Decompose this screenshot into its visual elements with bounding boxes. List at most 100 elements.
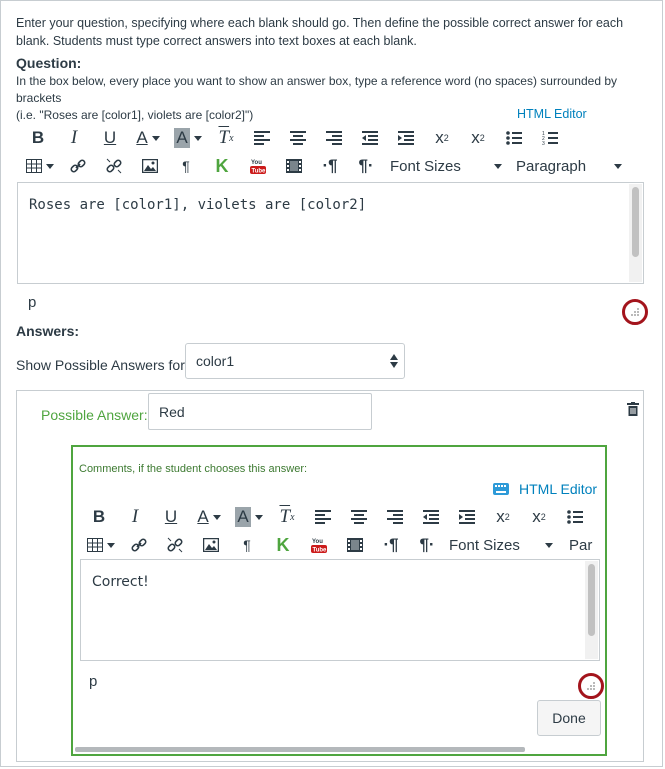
superscript-icon[interactable]: x2 [424,124,460,152]
question-html-editor-link[interactable]: HTML Editor [517,107,587,121]
comments-underline-button[interactable]: U [153,503,189,531]
comments-editor-area[interactable]: Correct! [80,559,600,661]
comments-label: Comments, if the student chooses this an… [79,463,308,475]
svg-text:Tube: Tube [252,169,267,175]
comments-superscript-icon[interactable]: x2 [485,503,521,531]
question-editor-area[interactable]: Roses are [color1], violets are [color2] [17,182,644,284]
blank-select[interactable]: color1 [185,343,405,379]
comments-align-center-icon[interactable] [341,503,377,531]
comments-path-label: p [89,673,98,690]
question-toolbar-row2: ¶ K You Tube ·¶ ¶· Font Sizes Paragraph [20,152,622,180]
keyboard-icon [493,483,509,495]
link-icon[interactable] [60,152,96,180]
comments-rtl-direction-icon[interactable]: ¶· [409,531,445,559]
comments-outdent-icon[interactable] [413,503,449,531]
comments-unlink-icon[interactable] [157,531,193,559]
comments-text-color-button[interactable]: A [189,503,229,531]
indent-icon[interactable] [388,124,424,152]
text-color-button[interactable]: A [128,124,168,152]
font-sizes-dropdown[interactable]: Font Sizes [390,158,502,175]
comments-editor-scrollbar-thumb[interactable] [588,564,595,636]
image-icon[interactable] [132,152,168,180]
comments-html-editor-label: HTML Editor [519,481,598,497]
comments-bullet-list-icon[interactable] [557,503,593,531]
comments-link-icon[interactable] [121,531,157,559]
font-sizes-label: Font Sizes [390,157,461,175]
comments-subscript-icon[interactable]: x2 [521,503,557,531]
paragraph-label: Paragraph [516,157,587,175]
clear-formatting-button[interactable]: Tx [208,124,244,152]
kaltura-icon[interactable]: K [204,152,240,180]
comments-pilcrow-icon[interactable]: ¶ [229,531,265,559]
svg-text:You: You [251,160,262,166]
background-color-button[interactable]: A [168,124,208,152]
comments-background-color-button[interactable]: A [229,503,269,531]
align-left-icon[interactable] [244,124,280,152]
question-path-label: p [28,294,37,311]
bold-button[interactable]: B [20,124,56,152]
bullet-list-icon[interactable] [496,124,532,152]
comments-content[interactable]: Correct! [92,574,149,590]
comments-html-editor-link[interactable]: HTML Editor [493,481,597,497]
show-answers-label: Show Possible Answers for [16,357,185,373]
comments-media-icon[interactable] [337,531,373,559]
possible-answer-input[interactable]: Red [148,393,372,430]
done-button[interactable]: Done [537,700,601,736]
comments-font-sizes-label: Font Sizes [449,536,520,554]
comments-resize-grip-icon [587,682,595,690]
svg-text:You: You [312,539,323,545]
unlink-icon[interactable] [96,152,132,180]
media-icon[interactable] [276,152,312,180]
svg-text:3: 3 [542,141,545,146]
comments-resize-handle[interactable] [578,673,604,699]
comments-image-icon[interactable] [193,531,229,559]
align-center-icon[interactable] [280,124,316,152]
question-toolbar-row1: B I U A A Tx x2 x2 123 [20,124,568,152]
rtl-direction-icon[interactable]: ¶· [348,152,384,180]
paragraph-dropdown[interactable]: Paragraph [516,158,622,175]
resize-grip-icon [631,308,639,316]
comments-paragraph-dropdown[interactable]: Par [569,537,592,554]
italic-button[interactable]: I [56,124,92,152]
comments-horizontal-scrollbar[interactable] [75,747,525,752]
delete-answer-icon[interactable] [627,402,639,421]
question-editor-scrollbar-thumb[interactable] [632,187,639,257]
question-editor-scrollbar[interactable] [629,184,642,282]
comments-paragraph-label: Par [569,536,593,554]
comments-font-sizes-dropdown[interactable]: Font Sizes [449,537,553,554]
youtube-icon[interactable]: You Tube [240,152,276,180]
comments-youtube-icon[interactable]: You Tube [301,531,337,559]
underline-button[interactable]: U [92,124,128,152]
comments-clear-formatting-button[interactable]: Tx [269,503,305,531]
comments-toolbar-row1: B I U A A Tx x2 x2 [81,503,605,531]
align-right-icon[interactable] [316,124,352,152]
subscript-icon[interactable]: x2 [460,124,496,152]
comments-bold-button[interactable]: B [81,503,117,531]
comments-align-right-icon[interactable] [377,503,413,531]
comments-italic-button[interactable]: I [117,503,153,531]
svg-text:Tube: Tube [313,548,328,554]
outdent-icon[interactable] [352,124,388,152]
possible-answer-value: Red [159,403,185,420]
comments-ltr-direction-icon[interactable]: ·¶ [373,531,409,559]
ltr-direction-icon[interactable]: ·¶ [312,152,348,180]
question-content[interactable]: Roses are [color1], violets are [color2] [29,197,366,213]
comments-toolbar-row2: ¶ K You Tube ·¶ ¶· Font Sizes Par [81,531,605,559]
numbered-list-icon[interactable]: 123 [532,124,568,152]
comments-align-left-icon[interactable] [305,503,341,531]
question-resize-handle[interactable] [622,299,648,325]
pilcrow-icon[interactable]: ¶ [168,152,204,180]
comments-editor-scrollbar[interactable] [585,561,598,659]
answers-heading: Answers: [16,323,80,339]
question-heading: Question: [16,55,82,71]
comments-box: Comments, if the student chooses this an… [71,445,607,756]
blank-select-value: color1 [196,353,235,369]
possible-answer-label: Possible Answer: [41,407,148,423]
comments-indent-icon[interactable] [449,503,485,531]
instructions-text: Enter your question, specifying where ea… [16,16,624,48]
comments-kaltura-icon[interactable]: K [265,531,301,559]
question-help-line1: In the box below, every place you want t… [16,74,618,105]
comments-table-icon[interactable] [81,531,121,559]
select-arrows-icon [390,354,398,368]
table-icon[interactable] [20,152,60,180]
